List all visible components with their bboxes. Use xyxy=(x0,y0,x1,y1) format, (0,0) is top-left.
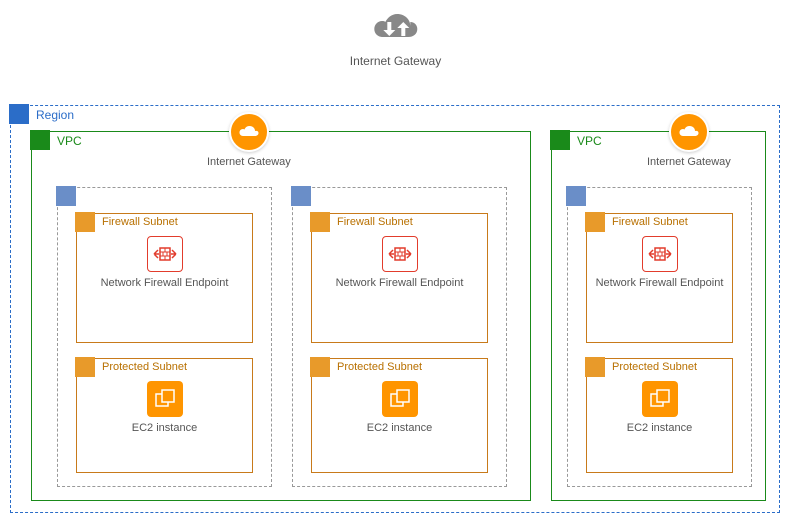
ec2-instance-icon xyxy=(642,381,678,417)
ec2-resource-label: EC2 instance xyxy=(587,421,732,435)
az-tag-icon xyxy=(56,186,76,206)
ec2-resource-label: EC2 instance xyxy=(312,421,487,435)
firewall-subnet-label: Firewall Subnet xyxy=(337,216,413,228)
firewall-subnet: Firewall Subnet Network Firewall Endpoin… xyxy=(311,213,488,343)
region-container: Region VPC Internet Gateway Firewall Sub… xyxy=(10,105,780,513)
network-firewall-icon xyxy=(382,236,418,272)
availability-zone-2: Firewall Subnet Network Firewall Endpoin… xyxy=(292,187,507,487)
vpc-tag-icon xyxy=(30,130,50,150)
subnet-tag-icon xyxy=(75,212,95,232)
vpc-igw-label: Internet Gateway xyxy=(207,156,291,168)
top-gateway-label: Internet Gateway xyxy=(350,54,441,68)
vpc-2-internet-gateway: Internet Gateway xyxy=(647,112,731,168)
firewall-subnet: Firewall Subnet Network Firewall Endpoin… xyxy=(586,213,733,343)
ec2-instance-icon xyxy=(382,381,418,417)
availability-zone-3: Firewall Subnet Network Firewall Endpoin… xyxy=(567,187,752,487)
vpc-label: VPC xyxy=(577,134,602,148)
subnet-tag-icon xyxy=(585,357,605,377)
firewall-resource-label: Network Firewall Endpoint xyxy=(312,276,487,290)
ec2-resource-label: EC2 instance xyxy=(77,421,252,435)
protected-subnet: Protected Subnet EC2 instance xyxy=(76,358,253,473)
cloud-icon xyxy=(669,112,709,152)
firewall-subnet-label: Firewall Subnet xyxy=(102,216,178,228)
network-firewall-icon xyxy=(642,236,678,272)
vpc-label: VPC xyxy=(57,134,82,148)
region-tag-icon xyxy=(9,104,29,124)
protected-subnet-label: Protected Subnet xyxy=(102,361,187,373)
vpc-2: VPC Internet Gateway Firewall Subnet Net… xyxy=(551,131,766,501)
az-tag-icon xyxy=(291,186,311,206)
firewall-subnet-label: Firewall Subnet xyxy=(612,216,688,228)
protected-subnet-label: Protected Subnet xyxy=(337,361,422,373)
top-internet-gateway: Internet Gateway xyxy=(350,8,441,68)
subnet-tag-icon xyxy=(310,357,330,377)
az-tag-icon xyxy=(566,186,586,206)
vpc-1-internet-gateway: Internet Gateway xyxy=(207,112,291,168)
availability-zone-1: Firewall Subnet Network Firewall Endpoin… xyxy=(57,187,272,487)
protected-subnet: Protected Subnet EC2 instance xyxy=(586,358,733,473)
vpc-1: VPC Internet Gateway Firewall Subnet Net… xyxy=(31,131,531,501)
firewall-resource-label: Network Firewall Endpoint xyxy=(587,276,732,290)
subnet-tag-icon xyxy=(75,357,95,377)
subnet-tag-icon xyxy=(585,212,605,232)
firewall-subnet: Firewall Subnet Network Firewall Endpoin… xyxy=(76,213,253,343)
vpc-tag-icon xyxy=(550,130,570,150)
subnet-tag-icon xyxy=(310,212,330,232)
firewall-resource-label: Network Firewall Endpoint xyxy=(77,276,252,290)
cloud-gateway-icon xyxy=(365,8,425,48)
cloud-icon xyxy=(229,112,269,152)
ec2-instance-icon xyxy=(147,381,183,417)
vpc-igw-label: Internet Gateway xyxy=(647,156,731,168)
protected-subnet: Protected Subnet EC2 instance xyxy=(311,358,488,473)
protected-subnet-label: Protected Subnet xyxy=(612,361,697,373)
region-label: Region xyxy=(36,108,74,122)
network-firewall-icon xyxy=(147,236,183,272)
